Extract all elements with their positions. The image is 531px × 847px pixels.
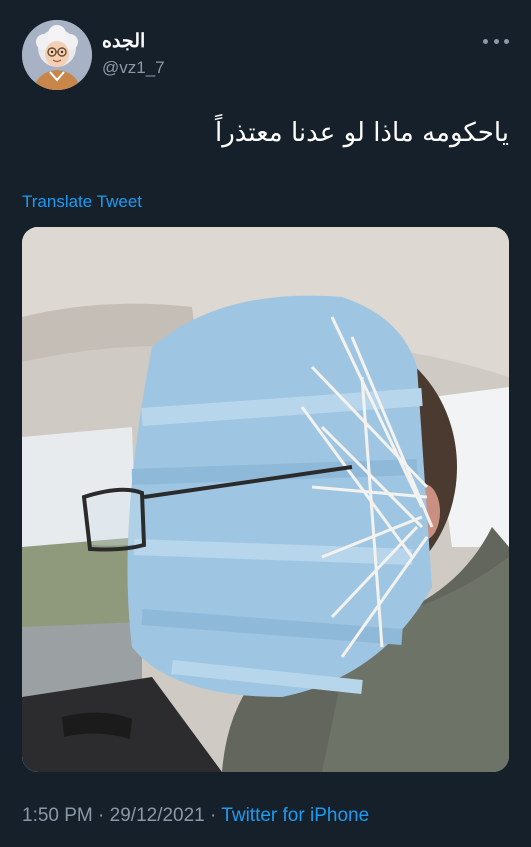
meta-separator: ·: [98, 805, 105, 826]
tweet-text: ياحكومه ماذا لو عدنا معتذراً: [214, 118, 509, 148]
avatar-illustration: [22, 20, 92, 90]
more-horizontal-icon[interactable]: [483, 34, 509, 48]
tweet-date[interactable]: 29/12/2021: [110, 805, 205, 826]
tweet-card: الجده @vz1_7 ياحكومه ماذا لو عدنا معتذرا…: [0, 0, 531, 847]
tweet-source-link[interactable]: Twitter for iPhone: [221, 805, 369, 826]
avatar[interactable]: [22, 20, 92, 90]
photo-illustration: [22, 227, 509, 772]
meta-separator: ·: [210, 805, 217, 826]
user-handle[interactable]: @vz1_7: [102, 58, 165, 78]
tweet-meta: 1:50 PM · 29/12/2021 · Twitter for iPhon…: [22, 805, 369, 827]
tweet-photo[interactable]: [22, 227, 509, 772]
more-dot: [504, 38, 509, 44]
more-dot: [493, 38, 499, 44]
more-dot: [483, 38, 488, 44]
translate-tweet-link[interactable]: Translate Tweet: [22, 192, 142, 212]
display-name[interactable]: الجده: [102, 30, 145, 53]
tweet-time[interactable]: 1:50 PM: [22, 805, 93, 826]
